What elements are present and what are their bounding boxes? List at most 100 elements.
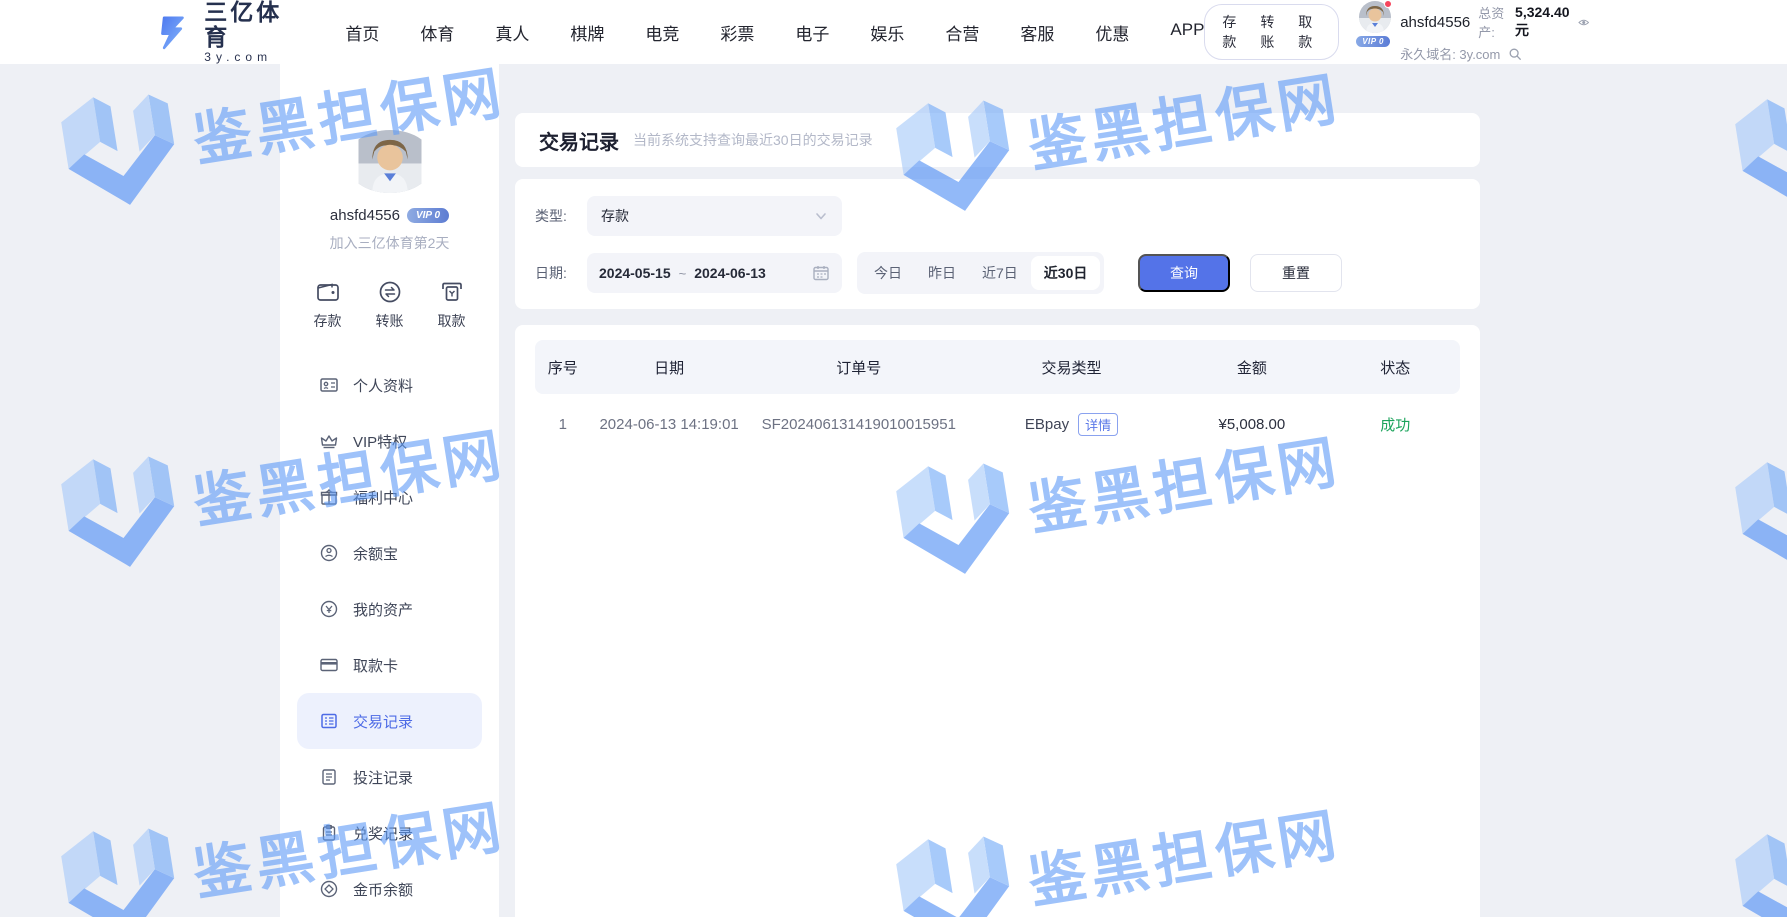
row-status: 成功	[1331, 414, 1461, 435]
crown-icon	[319, 431, 339, 451]
user-cluster[interactable]: VIP 0 ahsfd4556 总资产: 5,324.40元 永久域名: 3y.…	[1359, 1, 1589, 63]
table-header-row: 序号 日期 订单号 交易类型 金额 状态	[535, 340, 1460, 394]
quick-action-transfer[interactable]: 转账	[376, 279, 404, 331]
eye-icon[interactable]	[1578, 14, 1589, 31]
transfer-icon	[377, 279, 403, 305]
wallet-pill: 存款 转账 取款	[1204, 4, 1339, 60]
username: ahsfd4556	[1400, 14, 1470, 31]
site-logo[interactable]: 三亿体育 3y.com	[154, 0, 295, 64]
topbar-right: 存款 转账 取款 VIP 0 ahsfd4556 总资产: 5,324.40元	[1204, 1, 1589, 63]
sidebar-item-yuebao[interactable]: 余额宝	[297, 525, 482, 581]
sidebar-item-bets[interactable]: 投注记录	[297, 749, 482, 805]
date-end: 2024-06-13	[694, 265, 766, 281]
calendar-icon	[812, 264, 830, 282]
watermark: 鉴黑担保网	[1725, 389, 1787, 586]
nav-item-app[interactable]: APP	[1170, 20, 1204, 45]
search-button[interactable]: 查询	[1138, 254, 1230, 292]
sidebar-item-withdraw-card[interactable]: 取款卡	[297, 637, 482, 693]
gift-icon	[319, 487, 339, 507]
range-7days-button[interactable]: 近7日	[969, 256, 1031, 290]
nav-item-slots[interactable]: 电子	[795, 20, 829, 45]
sidebar-item-welfare[interactable]: 福利中心	[297, 469, 482, 525]
profile-name-row: ahsfd4556 VIP 0	[330, 207, 449, 224]
nav-item-partnership[interactable]: 合营	[945, 20, 979, 45]
withdraw-link[interactable]: 取款	[1298, 12, 1321, 52]
avatar-wrap: VIP 0	[1359, 1, 1391, 47]
nav-item-service[interactable]: 客服	[1020, 20, 1054, 45]
sidebar-item-gold-balance[interactable]: 金币余额	[297, 861, 482, 917]
quick-range-group: 今日 昨日 近7日 近30日	[857, 252, 1104, 294]
type-filter-row: 类型: 存款	[535, 196, 1460, 236]
col-amount: 金额	[1173, 357, 1330, 378]
gold-coin-icon	[319, 879, 339, 899]
assets-label: 总资产:	[1478, 3, 1507, 41]
yuebao-coin-icon	[319, 543, 339, 563]
nav-item-entertainment[interactable]: 娱乐	[870, 20, 904, 45]
sidebar-item-vip[interactable]: VIP特权	[297, 413, 482, 469]
nav-item-live[interactable]: 真人	[495, 20, 529, 45]
profile-username: ahsfd4556	[330, 207, 400, 224]
col-status: 状态	[1331, 357, 1461, 378]
assets-value: 5,324.40元	[1515, 4, 1570, 40]
range-yesterday-button[interactable]: 昨日	[915, 256, 969, 290]
detail-button[interactable]: 详情	[1078, 413, 1118, 436]
watermark-logo-icon	[51, 809, 188, 917]
quick-action-withdraw[interactable]: 取款	[438, 279, 466, 331]
bank-card-icon	[319, 655, 339, 675]
watermark-logo-icon	[51, 75, 188, 220]
row-order-no: SF202406131419010015951	[748, 416, 970, 433]
range-today-button[interactable]: 今日	[861, 256, 915, 290]
row-index: 1	[535, 416, 591, 433]
nav-item-promo[interactable]: 优惠	[1095, 20, 1129, 45]
transfer-link[interactable]: 转账	[1260, 12, 1283, 52]
sidebar-item-assets[interactable]: 我的资产	[297, 581, 482, 637]
nav-item-chess[interactable]: 棋牌	[570, 20, 604, 45]
transaction-list-icon	[319, 711, 339, 731]
row-type: EBpay	[1025, 416, 1069, 433]
withdraw-icon	[439, 279, 465, 305]
deposit-link[interactable]: 存款	[1222, 12, 1245, 52]
watermark-logo-icon	[1725, 440, 1787, 585]
nav-item-lottery[interactable]: 彩票	[720, 20, 754, 45]
watermark-logo-icon	[1725, 77, 1787, 222]
col-type: 交易类型	[970, 357, 1174, 378]
reset-button[interactable]: 重置	[1250, 254, 1342, 292]
top-navigation-bar: 三亿体育 3y.com 首页 体育 真人 棋牌 电竞 彩票 电子 娱乐 合营 客…	[0, 0, 1787, 64]
profile-avatar[interactable]	[346, 130, 434, 193]
row-date: 2024-06-13 14:19:01	[591, 416, 748, 433]
quick-actions: 存款 转账 取款	[314, 279, 466, 331]
row-amount: ¥5,008.00	[1173, 416, 1330, 433]
logo-text: 三亿体育 3y.com	[204, 0, 295, 64]
watermark-logo-icon	[1725, 812, 1787, 917]
col-date: 日期	[591, 357, 748, 378]
type-select-value: 存款	[601, 206, 814, 226]
id-card-icon	[319, 375, 339, 395]
type-select[interactable]: 存款	[587, 196, 842, 236]
nav-item-esports[interactable]: 电竞	[645, 20, 679, 45]
nav-item-sports[interactable]: 体育	[420, 20, 454, 45]
permanent-domain: 永久域名: 3y.com	[1400, 44, 1500, 63]
logo-icon	[154, 9, 194, 55]
sidebar-item-transactions[interactable]: 交易记录	[297, 693, 482, 749]
quick-action-deposit[interactable]: 存款	[314, 279, 342, 331]
logo-domain: 3y.com	[204, 50, 295, 64]
sidebar: ahsfd4556 VIP 0 加入三亿体育第2天 存款 转账 取款 个人资料	[280, 64, 499, 917]
col-index: 序号	[535, 357, 591, 378]
page: 三亿体育 3y.com 首页 体育 真人 棋牌 电竞 彩票 电子 娱乐 合营 客…	[0, 0, 1787, 917]
range-30days-button[interactable]: 近30日	[1031, 256, 1101, 290]
table-row: 1 2024-06-13 14:19:01 SF2024061314190100…	[535, 394, 1460, 454]
nav-item-home[interactable]: 首页	[345, 20, 379, 45]
vip-badge: VIP 0	[1356, 36, 1390, 47]
date-separator: ~	[679, 266, 687, 281]
notification-dot	[1384, 0, 1392, 8]
assets-icon	[319, 599, 339, 619]
sidebar-item-redeem[interactable]: 兑奖记录	[297, 805, 482, 861]
watermark-logo-icon	[51, 437, 188, 582]
sidebar-menu: 个人资料 VIP特权 福利中心 余额宝 我的资产 取款卡	[280, 357, 499, 917]
date-range-picker[interactable]: 2024-05-15 ~ 2024-06-13	[587, 253, 842, 293]
chevron-down-icon	[814, 209, 828, 223]
wallet-icon	[315, 279, 341, 305]
sidebar-item-profile[interactable]: 个人资料	[297, 357, 482, 413]
search-icon[interactable]	[1508, 47, 1522, 61]
main-content: 交易记录 当前系统支持查询最近30日的交易记录 类型: 存款 日期: 2024-…	[515, 64, 1480, 917]
